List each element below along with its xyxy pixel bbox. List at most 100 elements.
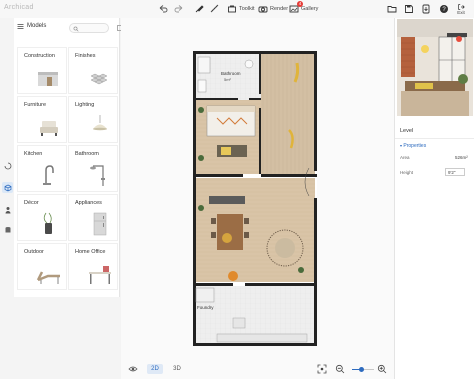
rail-models-button[interactable] <box>2 182 13 193</box>
area-value: 526m² <box>455 155 468 160</box>
top-toolbar: Archicad Toolkit Render 4 Gallery ? Exit <box>0 0 474 18</box>
undo-icon <box>159 5 168 13</box>
view-2d-button[interactable]: 2D <box>147 364 163 374</box>
category-outdoor[interactable]: Outdoor <box>17 243 67 290</box>
eye-icon[interactable] <box>128 364 138 374</box>
category-label: Furniture <box>24 102 47 108</box>
toolkit-button[interactable]: Toolkit <box>227 3 255 15</box>
properties-sidebar: Level ▾ Properties Area 526m² Height 9'2… <box>394 18 474 379</box>
category-decor[interactable]: Décor <box>17 194 67 241</box>
measure-button[interactable] <box>210 3 220 15</box>
sink <box>197 79 207 93</box>
shower-icon <box>90 165 105 186</box>
category-label: Finishes <box>75 53 96 59</box>
properties-title: Properties <box>403 143 427 149</box>
zoom-slider[interactable] <box>352 367 374 372</box>
help-icon: ? <box>440 5 448 13</box>
gallery-badge: 4 <box>297 1 303 7</box>
category-label: Décor <box>24 200 39 206</box>
person-icon <box>5 206 10 213</box>
category-construction[interactable]: Construction <box>17 47 67 94</box>
rail-camera-button[interactable] <box>2 160 13 171</box>
3d-preview-thumbnail[interactable] <box>397 19 473 116</box>
redo-icon <box>174 5 183 13</box>
models-panel-header: Models <box>14 18 122 36</box>
vase-icon <box>43 212 52 234</box>
app-logo: Archicad <box>4 4 34 11</box>
plant <box>198 155 204 161</box>
paint-brush-icon <box>195 5 204 13</box>
left-rail <box>0 18 15 379</box>
save-button[interactable] <box>404 3 414 15</box>
bottom-bar: 2D 3D <box>121 361 394 379</box>
kitchen-island <box>232 317 246 329</box>
lounger-icon <box>36 271 60 284</box>
properties-section-toggle[interactable]: ▾ Properties <box>400 143 426 149</box>
exit-label: Exit <box>457 10 465 15</box>
folder-icon <box>387 6 397 13</box>
plant <box>298 267 304 273</box>
coffee-table <box>275 238 295 258</box>
room-render-image <box>397 19 473 116</box>
category-kitchen[interactable]: Kitchen <box>17 145 67 192</box>
fridge-icon <box>93 212 107 236</box>
fit-view-icon[interactable] <box>317 364 327 374</box>
dining-table <box>217 214 243 250</box>
app-window: Archicad Toolkit Render 4 Gallery ? Exit… <box>0 0 474 379</box>
toolkit-icon <box>228 5 236 13</box>
save-icon <box>405 5 413 13</box>
view-3d-button[interactable]: 3D <box>169 364 185 374</box>
corridor-floor <box>261 54 315 174</box>
lamp-icon <box>93 115 107 131</box>
bathtub <box>197 56 211 74</box>
height-input[interactable]: 9'2" <box>445 168 465 176</box>
rail-person-button[interactable] <box>2 204 13 215</box>
desk-icon <box>89 266 111 284</box>
floorplan-canvas[interactable]: Bathroom 5m² Foundry <box>121 18 394 361</box>
category-label: Outdoor <box>24 249 44 255</box>
rail-storage-button[interactable] <box>2 224 13 235</box>
gallery-button[interactable]: 4 Gallery <box>289 1 319 15</box>
category-label: Construction <box>24 53 55 59</box>
chevron-down-icon: ▾ <box>400 143 403 148</box>
open-button[interactable] <box>387 3 397 15</box>
export-button[interactable] <box>421 3 431 15</box>
paint-button[interactable] <box>194 3 204 15</box>
category-label: Lighting <box>75 102 95 108</box>
redo-button[interactable] <box>174 3 184 15</box>
category-label: Home Office <box>75 249 106 255</box>
render-label: Render <box>270 6 289 12</box>
toilet <box>244 59 254 69</box>
render-button[interactable]: Render <box>258 3 288 15</box>
models-search-input[interactable] <box>69 23 109 33</box>
kitchen-counter <box>216 333 308 343</box>
walls-icon <box>38 72 58 86</box>
category-lighting[interactable]: Lighting <box>68 96 118 143</box>
height-label: Height <box>400 170 414 175</box>
zoom-out-icon[interactable] <box>335 364 345 374</box>
category-home-office[interactable]: Home Office <box>68 243 118 290</box>
category-bathroom[interactable]: Bathroom <box>68 145 118 192</box>
models-panel: Models Construction Finishes Furniture L… <box>14 18 122 297</box>
zoom-slider-handle[interactable] <box>359 367 365 372</box>
category-finishes[interactable]: Finishes <box>68 47 118 94</box>
zoom-in-icon[interactable] <box>377 364 387 374</box>
menu-icon[interactable] <box>17 23 24 30</box>
category-furniture[interactable]: Furniture <box>17 96 67 143</box>
cylinder-icon <box>5 226 10 232</box>
exit-button[interactable]: Exit <box>457 3 465 15</box>
category-appliances[interactable]: Appliances <box>68 194 118 241</box>
rotate-icon <box>4 162 11 169</box>
room-label-bathroom: Bathroom <box>221 71 241 76</box>
category-label: Bathroom <box>75 151 99 157</box>
help-button[interactable]: ? <box>439 3 449 15</box>
sofa <box>209 196 245 204</box>
tiles-icon <box>90 73 108 85</box>
living-floor <box>195 178 315 282</box>
floorplan-drawing[interactable]: Bathroom 5m² Foundry <box>121 18 394 361</box>
gallery-label: Gallery <box>301 6 319 12</box>
category-label: Kitchen <box>24 151 43 157</box>
washer <box>195 287 215 303</box>
cube-icon <box>4 184 11 191</box>
undo-button[interactable] <box>158 3 168 15</box>
